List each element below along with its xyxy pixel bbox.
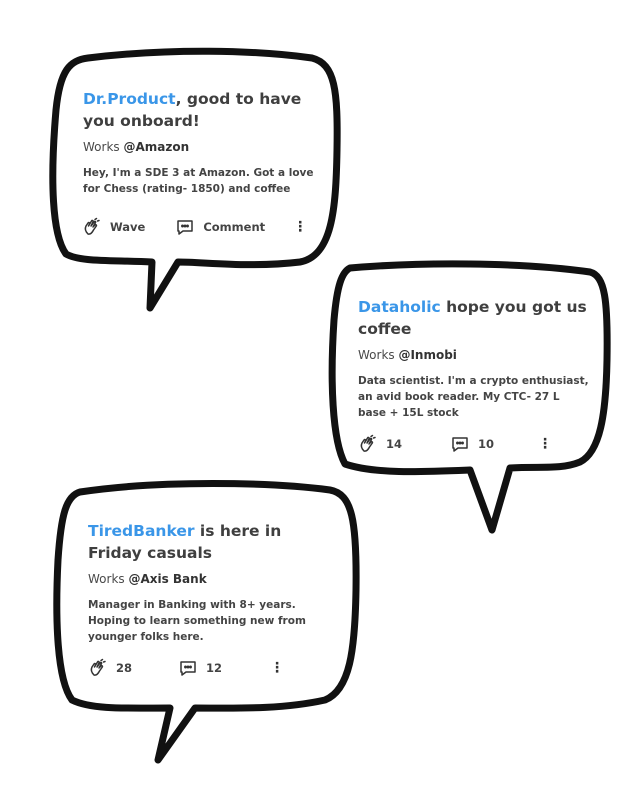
post-actions-2: 14 10 ⋮ (358, 434, 552, 454)
user-bio: Manager in Banking with 8+ years. Hoping… (88, 599, 306, 643)
waving-hand-icon (84, 217, 100, 235)
comment-count: 10 (478, 437, 495, 451)
comment-button[interactable]: Comment (175, 217, 265, 237)
more-vertical-icon: ⋮ (538, 436, 553, 452)
wave-count: 14 (386, 437, 403, 451)
post-actions-1: Wave Comment ⋮ (82, 217, 307, 237)
wave-button[interactable]: 14 (358, 434, 402, 454)
comment-icon (177, 220, 194, 235)
waving-hand-icon (90, 658, 106, 676)
more-vertical-icon: ⋮ (270, 660, 285, 676)
works-line: Works @Amazon (83, 140, 318, 154)
more-vertical-icon: ⋮ (293, 219, 308, 235)
username-link[interactable]: Dataholic (358, 298, 441, 316)
company-name: @Inmobi (398, 348, 457, 362)
wave-count: 28 (116, 661, 133, 675)
post-title: TiredBanker is here in Friday casuals (88, 520, 323, 564)
wave-button[interactable]: Wave (82, 217, 145, 237)
username-link[interactable]: TiredBanker (88, 522, 195, 540)
comment-button[interactable]: 10 (450, 434, 494, 454)
comment-label: Comment (203, 220, 266, 234)
waving-hand-icon (360, 434, 376, 452)
company-name: @Axis Bank (128, 572, 207, 586)
wave-button[interactable]: 28 (88, 658, 132, 678)
works-label: Works (358, 348, 399, 362)
user-bio: Hey, I'm a SDE 3 at Amazon. Got a love f… (83, 167, 314, 195)
comment-icon (180, 661, 196, 676)
post-title: Dataholic hope you got us coffee (358, 296, 590, 340)
works-label: Works (83, 140, 124, 154)
works-line: Works @Inmobi (358, 348, 590, 362)
user-bio: Data scientist. I'm a crypto enthusiast,… (358, 375, 589, 419)
works-line: Works @Axis Bank (88, 572, 323, 586)
more-options-button[interactable]: ⋮ (293, 220, 307, 234)
username-link[interactable]: Dr.Product (83, 90, 176, 108)
post-actions-3: 28 12 ⋮ (88, 658, 284, 678)
more-options-button[interactable]: ⋮ (270, 661, 284, 675)
wave-label: Wave (110, 220, 146, 234)
comment-icon (452, 437, 468, 452)
company-name: @Amazon (123, 140, 190, 154)
post-card-1: Dr.Product, good to have you onboard! Wo… (83, 88, 318, 197)
post-title: Dr.Product, good to have you onboard! (83, 88, 318, 132)
post-card-2: Dataholic hope you got us coffee Works @… (358, 296, 590, 421)
more-options-button[interactable]: ⋮ (538, 437, 552, 451)
works-label: Works (88, 572, 129, 586)
post-card-3: TiredBanker is here in Friday casuals Wo… (88, 520, 323, 645)
comment-button[interactable]: 12 (178, 658, 222, 678)
comment-count: 12 (206, 661, 223, 675)
